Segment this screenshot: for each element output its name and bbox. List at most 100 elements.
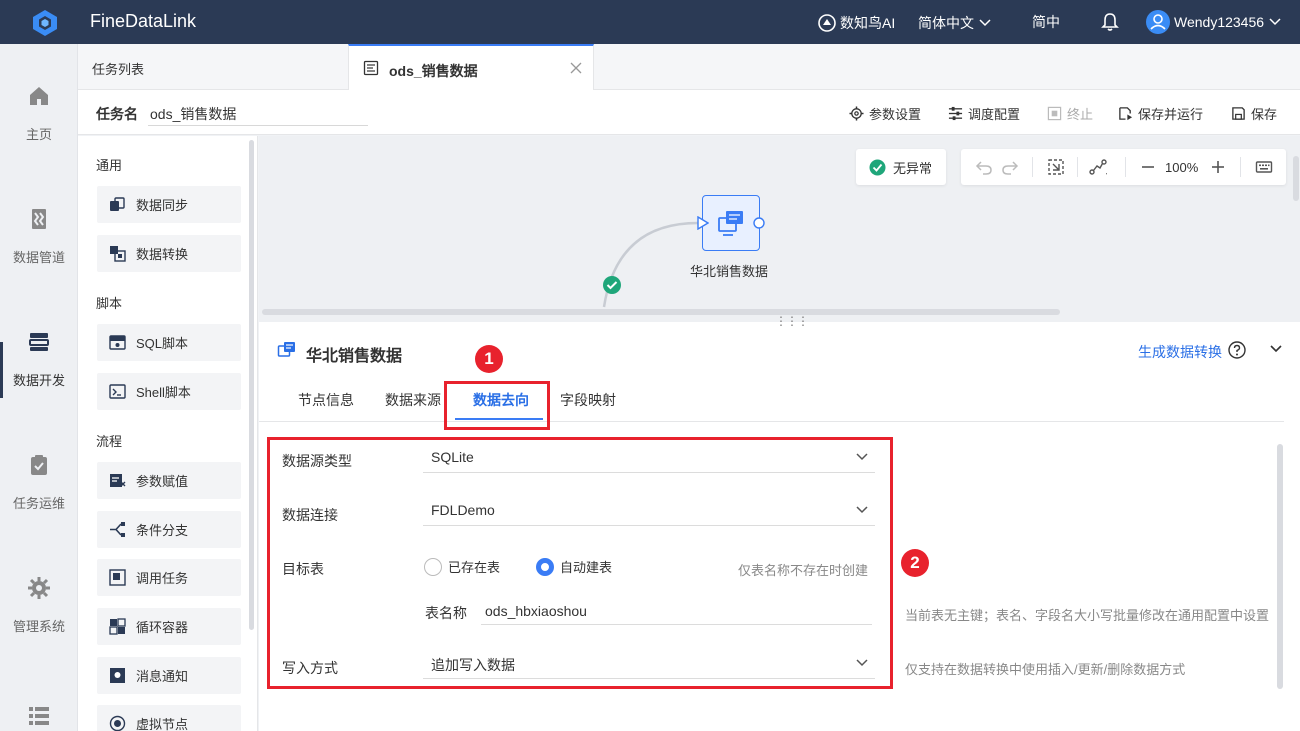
- source-type-select[interactable]: SQLite: [423, 443, 875, 473]
- component-param-assign[interactable]: 参数赋值: [97, 462, 241, 499]
- node-label: 华北销售数据: [690, 264, 769, 279]
- radio-circle: [424, 557, 442, 576]
- ai-label: 数知鸟AI: [840, 15, 896, 31]
- task-name-input[interactable]: ods_销售数据: [148, 100, 368, 126]
- chevron-down-icon: [856, 453, 868, 461]
- canvas-scrollbar-vertical[interactable]: [1293, 156, 1299, 201]
- zoom-out-button[interactable]: [1139, 157, 1157, 177]
- layout-button[interactable]: [1089, 157, 1107, 177]
- nav-label: 主页: [25, 127, 52, 142]
- bell-icon[interactable]: [1101, 12, 1119, 32]
- user-menu[interactable]: Wendy123456: [1146, 10, 1282, 34]
- fit-view-button[interactable]: [1047, 157, 1065, 177]
- keyboard-icon: [1255, 161, 1273, 173]
- component-data-sync[interactable]: 数据同步: [97, 186, 241, 223]
- radio-label: 已存在表: [448, 560, 501, 575]
- chevron-down-icon: [1269, 18, 1281, 26]
- save-button[interactable]: 保存: [1231, 104, 1277, 123]
- component-scrollbar[interactable]: [249, 140, 254, 630]
- component-data-transform[interactable]: 数据转换: [97, 235, 241, 272]
- component-message-notify[interactable]: 消息通知: [97, 657, 241, 694]
- data-sync-icon: [277, 342, 295, 357]
- language-select[interactable]: 简体中文: [918, 13, 992, 33]
- tab-task-list[interactable]: 任务列表: [92, 59, 144, 78]
- redo-icon: [1002, 161, 1019, 175]
- ai-assistant-button[interactable]: 数知鸟AI: [818, 13, 895, 33]
- component-label: 消息通知: [136, 669, 189, 684]
- param-assign-icon: [110, 474, 126, 487]
- nav-item-admin[interactable]: 管理系统: [0, 536, 78, 646]
- component-label: Shell脚本: [136, 385, 191, 400]
- toolbar-divider: [1240, 157, 1241, 177]
- nav-item-pipeline[interactable]: 数据管道: [0, 167, 78, 277]
- component-label: SQL脚本: [136, 336, 189, 351]
- status-indicator[interactable]: 无异常: [856, 149, 946, 185]
- nav-label: 任务运维: [12, 496, 65, 511]
- redo-button[interactable]: [1001, 157, 1019, 177]
- component-condition-branch[interactable]: 条件分支: [97, 511, 241, 548]
- tab-data-source[interactable]: 数据来源: [385, 390, 441, 410]
- component-sql-script[interactable]: SQL脚本: [97, 324, 241, 361]
- toolbar-divider: [1077, 157, 1078, 177]
- call-task-icon: [109, 569, 126, 586]
- list-icon[interactable]: [27, 704, 51, 726]
- component-label: 条件分支: [136, 523, 189, 538]
- task-file-icon: [363, 60, 379, 76]
- undo-button[interactable]: [975, 157, 993, 177]
- data-transform-icon: [110, 246, 126, 262]
- status-label: 无异常: [893, 160, 933, 176]
- auto-create-hint: 仅表名称不存在时创建: [738, 563, 869, 578]
- sliders-icon: [948, 106, 963, 121]
- stop-icon: [1047, 106, 1062, 121]
- save-icon: [1232, 107, 1245, 120]
- params-button[interactable]: 参数设置: [849, 104, 921, 123]
- nav-item-dev[interactable]: 数据开发: [0, 290, 78, 400]
- tab-field-mapping[interactable]: 字段映射: [560, 390, 616, 410]
- component-loop-container[interactable]: 循环容器: [97, 608, 241, 645]
- keyboard-button[interactable]: [1255, 157, 1273, 177]
- zoom-level: 100%: [1165, 159, 1199, 175]
- component-label: 循环容器: [136, 620, 189, 635]
- generate-transform-link[interactable]: 生成数据转换: [1138, 342, 1222, 362]
- tab-node-info[interactable]: 节点信息: [298, 390, 354, 410]
- help-icon[interactable]: [1228, 341, 1246, 359]
- save-run-button[interactable]: 保存并运行: [1118, 104, 1203, 123]
- node-input-port[interactable]: [697, 216, 709, 230]
- task-name-label: 任务名: [96, 106, 138, 122]
- schedule-button[interactable]: 调度配置: [948, 104, 1020, 123]
- radio-label: 自动建表: [560, 560, 613, 575]
- ops-icon: [31, 455, 47, 475]
- nav-item-home[interactable]: 主页: [0, 44, 78, 154]
- loop-icon: [109, 618, 126, 635]
- tab-ods-sales[interactable]: ods_销售数据: [348, 44, 594, 90]
- connection-value: FDLDemo: [431, 502, 495, 518]
- component-call-task[interactable]: 调用任务: [97, 559, 241, 596]
- zoom-in-button[interactable]: [1209, 157, 1227, 177]
- simplified-toggle[interactable]: 简中: [1032, 12, 1060, 32]
- radio-auto-create[interactable]: 自动建表: [536, 557, 612, 576]
- tabs-row: [78, 44, 1300, 90]
- home-icon: [30, 87, 48, 105]
- component-virtual-node[interactable]: 虚拟节点: [97, 705, 241, 731]
- panel-scrollbar[interactable]: [1277, 444, 1283, 689]
- nav-item-ops[interactable]: 任务运维: [0, 413, 78, 523]
- write-mode-select[interactable]: 追加写入数据: [423, 649, 875, 679]
- nav-label: 数据开发: [12, 373, 65, 388]
- group-flow: 流程: [96, 434, 123, 449]
- connection-select[interactable]: FDLDemo: [423, 496, 875, 526]
- virtual-node-icon: [109, 715, 126, 731]
- node-output-port[interactable]: [753, 217, 765, 229]
- node-north-china-sales[interactable]: [702, 195, 760, 251]
- terminal-icon: [109, 384, 126, 399]
- component-label: 数据同步: [136, 198, 189, 213]
- write-mode-hint: 仅支持在数据转换中使用插入/更新/删除数据方式: [905, 662, 1186, 677]
- table-name-input[interactable]: ods_hbxiaoshou: [481, 597, 872, 625]
- radio-existing-table[interactable]: 已存在表: [424, 557, 500, 576]
- collapse-chevron-icon[interactable]: [1269, 344, 1283, 354]
- component-shell-script[interactable]: Shell脚本: [97, 373, 241, 410]
- panel-resize-handle[interactable]: ⋮⋮⋮: [775, 314, 809, 328]
- tab-label: ods_销售数据: [389, 63, 478, 79]
- stop-button[interactable]: 终止: [1047, 104, 1093, 123]
- dev-icon: [29, 333, 49, 351]
- close-icon[interactable]: [570, 62, 582, 74]
